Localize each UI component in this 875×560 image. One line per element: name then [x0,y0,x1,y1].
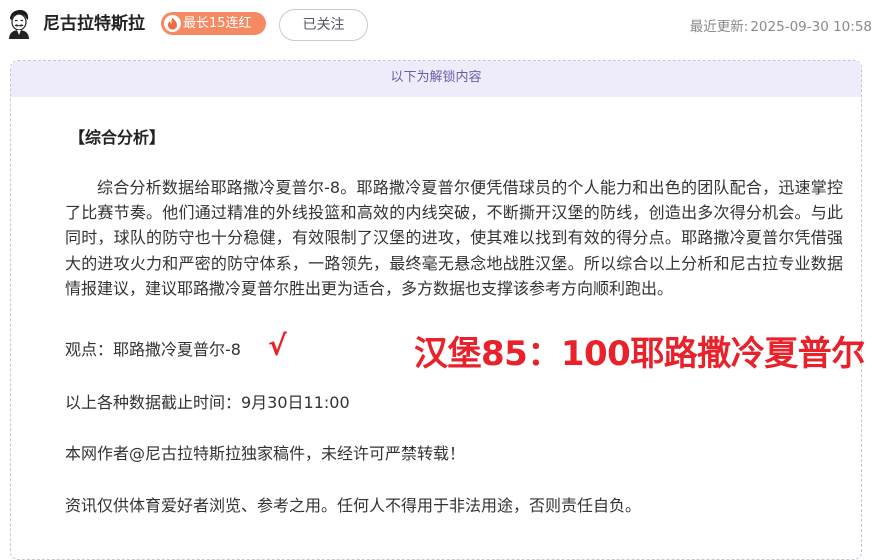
streak-badge: 最长15连红 [161,12,266,35]
last-updated-label: 最近更新: [689,19,749,35]
author-name[interactable]: 尼古拉特斯拉 [43,13,145,35]
disclaimer-line: 资讯仅供体育爱好者浏览、参考之用。任何人不得用于非法用途，否则责任自负。 [65,496,642,515]
tesla-portrait-icon [9,10,29,39]
flame-icon [164,15,181,32]
final-score: 汉堡85：100耶路撒冷夏普尔 [414,334,865,374]
author-header: 尼古拉特斯拉 最长15连红 已关注 最近更新: 2025-09-30 10:58 [0,0,875,50]
last-updated-time: 2025-09-30 10:58 [750,19,872,35]
checkmark-icon: √ [268,329,287,362]
unlock-banner: 以下为解锁内容 [11,61,861,97]
unlocked-content-box: 以下为解锁内容 【综合分析】 综合分析数据给耶路撒冷夏普尔-8。耶路撒冷夏普尔便… [10,60,865,560]
last-updated: 最近更新: 2025-09-30 10:58 [690,15,872,35]
analysis-paragraph: 综合分析数据给耶路撒冷夏普尔-8。耶路撒冷夏普尔便凭借球员的个人能力和出色的团队… [65,178,843,298]
follow-button[interactable]: 已关注 [279,9,368,41]
section-heading: 【综合分析】 [69,128,166,147]
data-cutoff-line: 以上各种数据截止时间：9月30日11:00 [65,393,350,412]
copyright-line: 本网作者@尼古拉特斯拉独家稿件，未经许可严禁转载！ [65,444,466,463]
author-avatar[interactable] [6,9,32,39]
streak-badge-label: 最长15连红 [183,16,252,31]
view-line: 观点：耶路撒冷夏普尔-8 [65,340,241,359]
